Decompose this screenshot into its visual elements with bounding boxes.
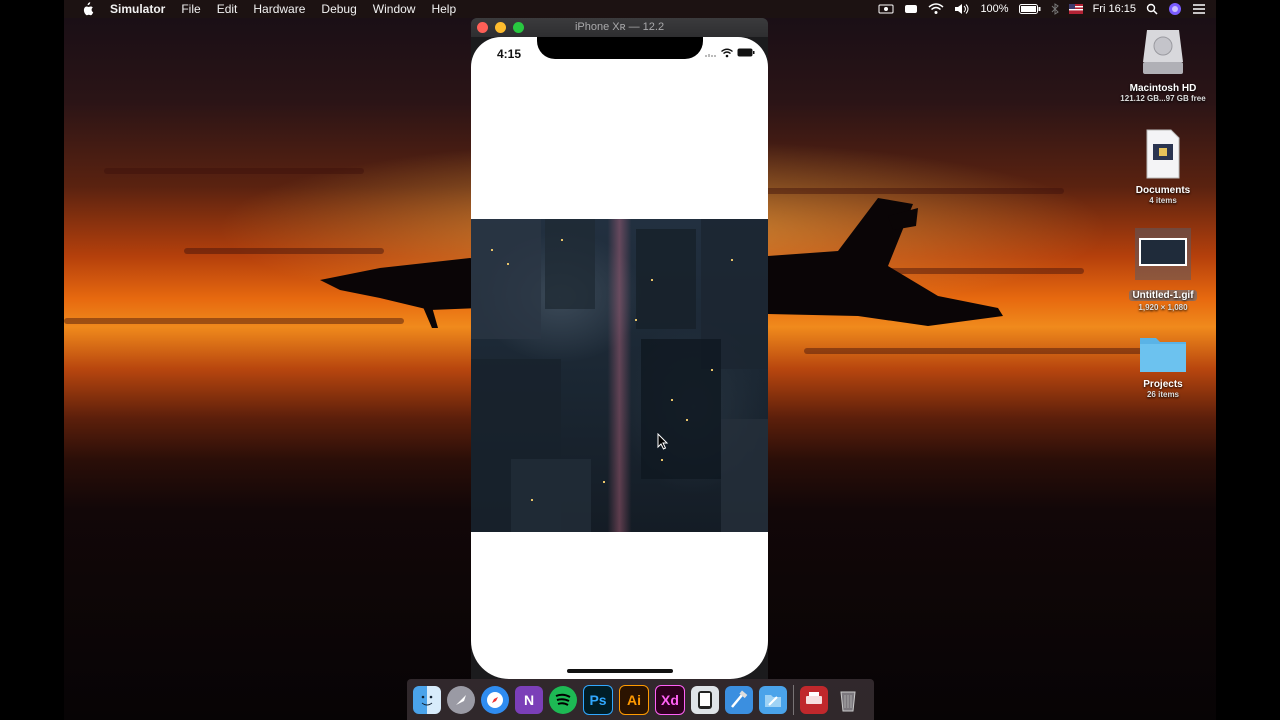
jet-silhouette xyxy=(320,258,480,328)
iphone-screen[interactable]: 4:15 xyxy=(471,37,768,679)
dock-printer[interactable] xyxy=(800,685,828,714)
desktop-icon-label: Untitled-1.gif xyxy=(1129,290,1197,301)
desktop-icon-info: 4 items xyxy=(1149,196,1177,205)
desktop-icon-info: 1,920 × 1,080 xyxy=(1138,303,1188,312)
dock-illustrator[interactable]: Ai xyxy=(619,684,649,715)
menu-file[interactable]: File xyxy=(173,0,208,18)
desktop-icon-projects[interactable]: Projects 26 items xyxy=(1108,332,1218,399)
dock-separator xyxy=(793,684,794,715)
keyboard-icon[interactable] xyxy=(904,3,918,15)
photoshop-icon-label: Ps xyxy=(589,691,607,708)
printer-icon xyxy=(806,691,822,704)
desktop-icon-info: 26 items xyxy=(1146,390,1180,399)
xd-icon-label: Xd xyxy=(661,691,679,708)
battery-icon[interactable] xyxy=(1018,3,1041,15)
minimize-button[interactable] xyxy=(495,22,506,33)
trash-icon xyxy=(840,691,856,711)
window-titlebar[interactable]: iPhone Xʀ — 12.2 xyxy=(471,18,768,37)
volume-icon[interactable] xyxy=(954,3,970,15)
dock-spotify[interactable] xyxy=(549,685,577,714)
xcode-folder-icon xyxy=(765,694,781,707)
menubar-clock[interactable]: Fri 16:15 xyxy=(1093,3,1136,15)
spotlight-search-icon[interactable] xyxy=(1146,3,1158,15)
simulator-window: iPhone Xʀ — 12.2 4:15 xyxy=(471,18,768,679)
simulator-icon xyxy=(698,690,712,709)
menu-hardware[interactable]: Hardware xyxy=(245,0,313,18)
hard-drive-icon xyxy=(1143,30,1183,74)
cloud xyxy=(104,168,364,174)
desktop-icon-label: Projects xyxy=(1143,379,1183,390)
menu-app-simulator[interactable]: Simulator xyxy=(102,0,173,18)
spotify-icon xyxy=(555,693,571,706)
desktop-icon-documents[interactable]: Documents 4 items xyxy=(1108,128,1218,205)
dock-photoshop[interactable]: Ps xyxy=(583,684,613,715)
notch xyxy=(537,37,703,59)
cloud xyxy=(764,188,1064,194)
zoom-button[interactable] xyxy=(513,22,524,33)
window-title: iPhone Xʀ — 12.2 xyxy=(574,21,665,33)
cellular-signal-icon xyxy=(705,54,716,57)
desktop-icon-label: Macintosh HD xyxy=(1129,83,1197,94)
dock-xcode-folder[interactable] xyxy=(759,685,787,714)
dock-safari[interactable] xyxy=(481,685,509,714)
desktop-icon-macintosh-hd[interactable]: Macintosh HD 121.12 GB...97 GB free xyxy=(1108,26,1218,103)
close-button[interactable] xyxy=(477,22,488,33)
desktop-icon-info: 121.12 GB...97 GB free xyxy=(1120,94,1206,103)
phone-battery-icon xyxy=(737,48,755,57)
rocket-icon xyxy=(456,694,466,705)
bluetooth-icon[interactable] xyxy=(1051,3,1059,15)
gif-thumbnail-icon xyxy=(1135,228,1191,280)
illustrator-icon-label: Ai xyxy=(627,691,641,708)
desktop-icon-label: Documents xyxy=(1135,185,1191,196)
dock-finder[interactable] xyxy=(413,685,441,714)
menu-debug[interactable]: Debug xyxy=(313,0,364,18)
finder-icon xyxy=(421,695,433,705)
status-area: 100% Fri 16:15 xyxy=(878,0,1216,18)
notification-center-icon[interactable] xyxy=(1192,3,1206,15)
phone-wifi-icon xyxy=(721,48,733,58)
mouse-cursor-icon xyxy=(657,433,669,450)
dock: N Ps Ai Xd xyxy=(407,679,874,720)
home-indicator[interactable] xyxy=(567,669,673,673)
menu-bar: Simulator File Edit Hardware Debug Windo… xyxy=(64,0,1216,18)
menu-edit[interactable]: Edit xyxy=(209,0,246,18)
dock-onenote[interactable]: N xyxy=(515,685,543,714)
wifi-icon[interactable] xyxy=(928,3,944,15)
hammer-icon xyxy=(731,690,748,708)
compass-icon xyxy=(487,691,503,708)
battery-percent: 100% xyxy=(980,3,1009,15)
us-flag-icon[interactable] xyxy=(1068,4,1083,14)
menu-help[interactable]: Help xyxy=(423,0,464,18)
jet-silhouette xyxy=(768,198,1003,326)
folder-icon xyxy=(1140,338,1186,372)
document-icon xyxy=(1146,129,1180,179)
city-aerial-photo xyxy=(471,219,768,532)
menu-window[interactable]: Window xyxy=(365,0,424,18)
dock-trash[interactable] xyxy=(834,686,862,714)
dock-adobe-xd[interactable]: Xd xyxy=(655,684,685,715)
onenote-icon-label: N xyxy=(523,691,535,708)
siri-icon[interactable] xyxy=(1168,2,1182,16)
desktop-icon-untitled-gif[interactable]: Untitled-1.gif 1,920 × 1,080 xyxy=(1108,228,1218,312)
dock-launchpad[interactable] xyxy=(447,685,475,714)
status-bar-time: 4:15 xyxy=(497,47,522,61)
dock-simulator[interactable] xyxy=(691,685,719,714)
dock-xcode[interactable] xyxy=(725,685,753,714)
screen-record-icon[interactable] xyxy=(878,3,894,15)
apple-icon[interactable] xyxy=(80,2,94,16)
